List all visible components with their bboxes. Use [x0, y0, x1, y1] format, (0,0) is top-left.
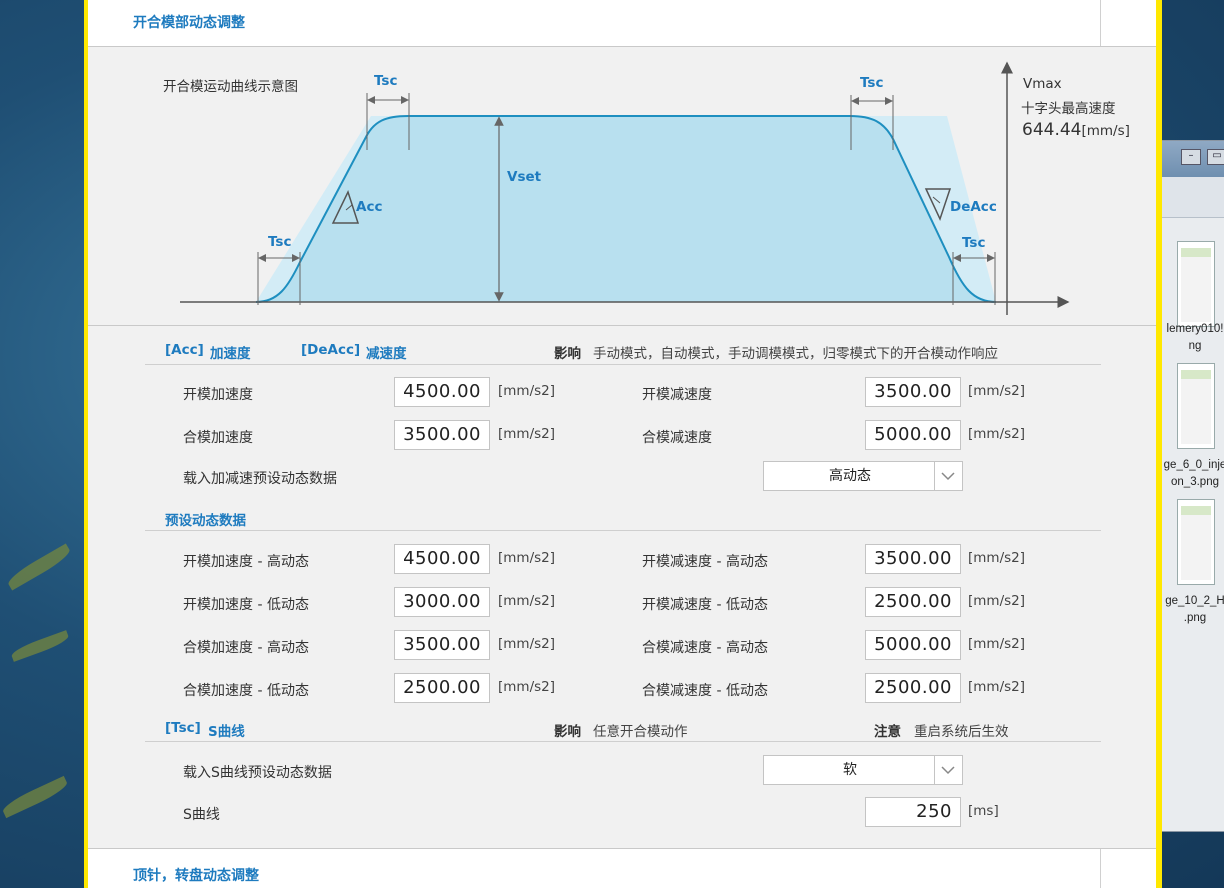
close-acc-label: 合模加速度	[183, 430, 253, 446]
diagram-caption: 开合模运动曲线示意图	[163, 79, 298, 95]
acc-label: Acc	[356, 199, 383, 215]
tsc-label: Tsc	[268, 234, 292, 250]
vmax-description: 十字头最高速度	[1021, 101, 1116, 117]
unit-label: [mm/s2]	[498, 593, 556, 609]
acc-preset-select[interactable]: 高动态	[763, 461, 963, 491]
unit-label: [mm/s2]	[968, 593, 1026, 609]
preset-input[interactable]: 5000.00	[865, 630, 961, 660]
chevron-down-icon[interactable]	[934, 756, 962, 784]
divider	[145, 364, 1101, 365]
tsc-group-header: [Tsc] S曲线 影响 任意开合模动作 注意 重启系统后生效	[88, 720, 1156, 742]
open-deacc-label: 开模减速度	[642, 387, 712, 403]
file-thumbnail[interactable]	[1177, 241, 1215, 327]
scurve-label: S曲线	[183, 807, 220, 823]
maximize-icon[interactable]: ▭	[1207, 149, 1224, 165]
file-name[interactable]: ge_10_2_H .png	[1159, 593, 1224, 627]
note-key: 注意	[874, 724, 901, 740]
preset-row-label: 合模减速度 - 高动态	[642, 640, 768, 656]
influence-text: 手动模式，自动模式，手动调模模式，归零模式下的开合模动作响应	[593, 346, 998, 362]
open-acc-input[interactable]: 4500.00	[394, 377, 490, 407]
section-title: 顶针，转盘动态调整	[133, 868, 259, 884]
file-name[interactable]: ge_6_0_inje on_3.png	[1159, 457, 1224, 491]
preset-input[interactable]: 2500.00	[865, 673, 961, 703]
unit-label: [mm/s2]	[498, 550, 556, 566]
motion-curve-diagram: 开合模运动曲线示意图 Tsc Tsc Tsc Tsc Acc DeAcc Vse…	[88, 47, 1156, 326]
open-deacc-input[interactable]: 3500.00	[865, 377, 961, 407]
select-value: 软	[843, 762, 857, 778]
unit-label: [mm/s2]	[968, 550, 1026, 566]
preset-input[interactable]: 4500.00	[394, 544, 490, 574]
scurve-preset-label: 载入S曲线预设动态数据	[183, 765, 332, 781]
acc-tag: [Acc]	[165, 342, 204, 358]
settings-panel: 开合模部动态调整 开合模运动曲线示意图 Tsc Tsc Tsc Tsc Acc …	[88, 0, 1156, 888]
preset-row-label: 开模加速度 - 低动态	[183, 597, 309, 613]
section-header-mold[interactable]: 开合模部动态调整	[88, 0, 1156, 47]
vmax-unit: [mm/s]	[1081, 123, 1130, 139]
leaf-decoration	[9, 630, 71, 662]
deacc-tag: [DeAcc]	[301, 342, 361, 358]
scurve-preset-select[interactable]: 软	[763, 755, 963, 785]
tsc-label: Tsc	[962, 235, 986, 251]
preset-row-label: 合模加速度 - 高动态	[183, 640, 309, 656]
tsc-tag: [Tsc]	[165, 720, 201, 736]
scurve-input[interactable]: 250	[865, 797, 961, 827]
preset-input[interactable]: 3500.00	[394, 630, 490, 660]
influence-key: 影响	[554, 724, 581, 740]
influence-text: 任意开合模动作	[593, 724, 688, 740]
close-acc-input[interactable]: 3500.00	[394, 420, 490, 450]
deacc-label: DeAcc	[950, 199, 997, 215]
vmax-label: Vmax	[1023, 76, 1062, 92]
preset-input[interactable]: 2500.00	[865, 587, 961, 617]
unit-label: [mm/s2]	[498, 679, 556, 695]
leaf-decoration	[0, 775, 70, 819]
unit-label: [mm/s2]	[498, 383, 556, 399]
preset-group-header: 预设动态数据	[88, 509, 1156, 531]
unit-label: [mm/s2]	[968, 426, 1026, 442]
tsc-name: S曲线	[208, 724, 245, 740]
vmax-value: 644.44[mm/s]	[1022, 120, 1130, 140]
settings-panel-frame: 开合模部动态调整 开合模运动曲线示意图 Tsc Tsc Tsc Tsc Acc …	[84, 0, 1162, 888]
acc-name: 加速度	[210, 346, 251, 362]
preset-row-label: 开模减速度 - 高动态	[642, 554, 768, 570]
preset-input[interactable]: 3000.00	[394, 587, 490, 617]
leaf-decoration	[5, 543, 73, 591]
tsc-label: Tsc	[374, 73, 398, 89]
close-deacc-label: 合模减速度	[642, 430, 712, 446]
unit-label: [mm/s2]	[498, 426, 556, 442]
file-thumbnail[interactable]	[1177, 499, 1215, 585]
file-name[interactable]: lemery010! ng	[1159, 321, 1224, 355]
preset-group-title: 预设动态数据	[165, 513, 246, 529]
preset-row-label: 合模减速度 - 低动态	[642, 683, 768, 699]
unit-label: [mm/s2]	[968, 636, 1026, 652]
divider	[145, 530, 1101, 531]
note-text: 重启系统后生效	[914, 724, 1009, 740]
preset-input[interactable]: 3500.00	[865, 544, 961, 574]
acc-preset-label: 载入加减速预设动态数据	[183, 471, 337, 487]
preset-input[interactable]: 2500.00	[394, 673, 490, 703]
preset-row-label: 开模减速度 - 低动态	[642, 597, 768, 613]
file-thumbnail[interactable]	[1177, 363, 1215, 449]
open-acc-label: 开模加速度	[183, 387, 253, 403]
select-value: 高动态	[829, 468, 871, 484]
unit-label: [mm/s2]	[498, 636, 556, 652]
acc-group-header: [Acc] 加速度 [DeAcc] 减速度 影响 手动模式，自动模式，手动调模模…	[88, 342, 1156, 364]
close-deacc-input[interactable]: 5000.00	[865, 420, 961, 450]
divider	[145, 741, 1101, 742]
influence-key: 影响	[554, 346, 581, 362]
preset-row-label: 开模加速度 - 高动态	[183, 554, 309, 570]
section-title: 开合模部动态调整	[133, 15, 245, 31]
tsc-label: Tsc	[860, 75, 884, 91]
deacc-name: 减速度	[366, 346, 407, 362]
unit-label: [mm/s2]	[968, 679, 1026, 695]
minimize-icon[interactable]: –	[1181, 149, 1201, 165]
ms-unit-label: [ms]	[968, 803, 999, 819]
section-header-ejector[interactable]: 顶针，转盘动态调整	[88, 848, 1156, 888]
preset-row-label: 合模加速度 - 低动态	[183, 683, 309, 699]
chevron-down-icon[interactable]	[934, 462, 962, 490]
unit-label: [mm/s2]	[968, 383, 1026, 399]
vset-label: Vset	[507, 169, 542, 185]
